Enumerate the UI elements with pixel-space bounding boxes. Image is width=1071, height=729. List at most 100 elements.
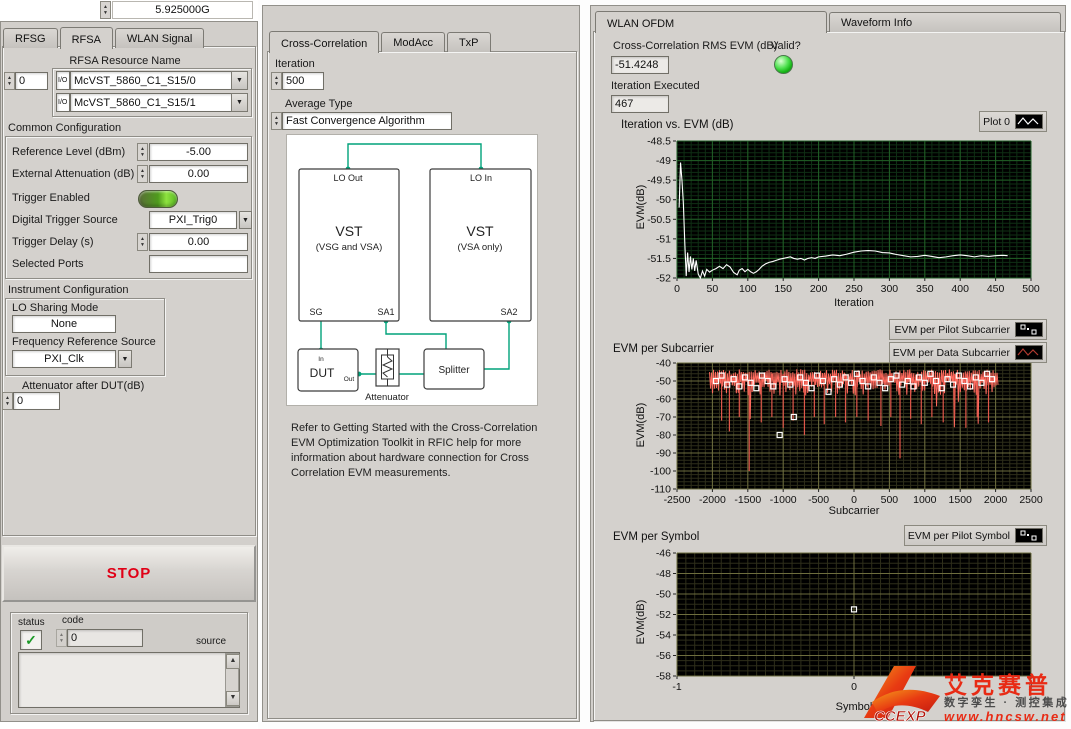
svg-text:-51.5: -51.5 (647, 253, 671, 265)
lo-in-label: LO In (470, 173, 492, 183)
digital-trigger-source-dropdown[interactable]: ▼ (239, 211, 252, 229)
dut-in-label: In (318, 356, 324, 363)
svg-text:-48.5: -48.5 (647, 136, 671, 148)
average-type-spinner[interactable]: ▲▼ (271, 112, 282, 130)
legend-data-subcarrier[interactable]: EVM per Data Subcarrier (889, 342, 1047, 363)
source-textarea[interactable] (18, 652, 240, 708)
scroll-down-icon[interactable]: ▼ (226, 691, 240, 706)
ccexp-acronym: CCEXP (874, 708, 927, 724)
vst1-title: VST (335, 223, 363, 239)
frequency-field[interactable]: 5.925000G (112, 1, 253, 19)
tab-cross-correlation[interactable]: Cross-Correlation (269, 31, 379, 53)
right-tabbar: WLAN OFDMWaveform Info (595, 11, 1063, 32)
source-label: source (196, 636, 226, 647)
svg-text:300: 300 (881, 283, 899, 295)
trigger-delay-field[interactable]: 0.00 (149, 233, 248, 251)
scroll-up-icon[interactable]: ▲ (226, 654, 240, 669)
resource-index-spinner[interactable]: ▲▼ (4, 72, 15, 90)
svg-text:400: 400 (951, 283, 969, 295)
graph-evm-per-subcarrier: EVM per Subcarrier EVM per Pilot Subcarr… (599, 319, 1051, 521)
attenuator-after-dut-field[interactable]: 0 (13, 392, 60, 410)
lo-sharing-mode-field[interactable]: None (12, 315, 116, 333)
vst2-title: VST (466, 223, 494, 239)
tab-rfsa[interactable]: RFSA (60, 27, 113, 49)
external-attenuation-spinner[interactable]: ▲▼ (137, 165, 148, 183)
stop-button[interactable]: STOP (2, 545, 256, 602)
svg-text:50: 50 (707, 283, 719, 295)
iteration-spinner[interactable]: ▲▼ (271, 72, 282, 90)
svg-text:-90: -90 (656, 448, 671, 460)
svg-text:0: 0 (674, 283, 680, 295)
source-scrollbar[interactable]: ▲ ▼ (225, 653, 239, 707)
resource-combo-0-dropdown[interactable]: ▼ (231, 71, 248, 90)
dut-label: DUT (310, 366, 335, 380)
graph1-ylabel: EVM(dB) (635, 177, 647, 237)
svg-text:0: 0 (851, 681, 857, 693)
tab-waveform-info[interactable]: Waveform Info (829, 12, 1061, 32)
legend-pilot-symbol[interactable]: EVM per Pilot Symbol (904, 525, 1047, 546)
graph1-xlabel: Iteration (677, 297, 1031, 309)
graph-iteration-vs-evm: Iteration vs. EVM (dB) Plot 0 0501001502… (599, 111, 1051, 316)
tab-modacc[interactable]: ModAcc (381, 32, 445, 52)
valid-led (774, 55, 793, 74)
external-attenuation-field[interactable]: 0.00 (149, 165, 248, 183)
svg-text:-50.5: -50.5 (647, 214, 671, 226)
digital-trigger-source-label: Digital Trigger Source (12, 214, 118, 226)
frequency-spinner[interactable]: ▲▼ (100, 1, 111, 19)
external-attenuation-label: External Attenuation (dB) (12, 168, 134, 180)
io-icon: I/O (56, 71, 70, 90)
square-marker-icon (1015, 528, 1043, 543)
legend-plot0[interactable]: Plot 0 (979, 111, 1047, 132)
graph2-xlabel: Subcarrier (677, 505, 1031, 517)
ccexp-logo: CCEXP 艾克赛普 数字孪生 · 测控集成 www.hncsw.net (858, 660, 1070, 724)
average-type-field[interactable]: Fast Convergence Algorithm (282, 112, 452, 130)
svg-text:250: 250 (845, 283, 863, 295)
tab-txp[interactable]: TxP (447, 32, 491, 52)
resource-combo-1[interactable]: McVST_5860_C1_S15/1 (70, 93, 232, 112)
tab-rfsg[interactable]: RFSG (3, 28, 58, 48)
attenuator-after-dut-label: Attenuator after DUT(dB) (22, 380, 144, 392)
iteration-field[interactable]: 500 (282, 72, 324, 90)
trigger-delay-spinner[interactable]: ▲▼ (137, 233, 148, 251)
lo-sharing-mode-label: LO Sharing Mode (12, 302, 98, 314)
frequency-reference-source-dropdown[interactable]: ▼ (118, 350, 132, 368)
tab-wlan-signal[interactable]: WLAN Signal (115, 28, 204, 48)
digital-trigger-source-field[interactable]: PXI_Trig0 (149, 211, 237, 229)
svg-text:450: 450 (987, 283, 1005, 295)
evm-label: Cross-Correlation RMS EVM (dB) (613, 40, 777, 52)
tab-wlan-ofdm[interactable]: WLAN OFDM (595, 11, 827, 33)
svg-text:-60: -60 (656, 394, 671, 406)
iteration-label: Iteration (275, 58, 315, 70)
vst1-subtitle: (VSG and VSA) (316, 242, 383, 253)
frequency-reference-source-field[interactable]: PXI_Clk (12, 350, 116, 368)
code-spinner[interactable]: ▲▼ (56, 629, 67, 647)
resource-combo-0[interactable]: McVST_5860_C1_S15/0 (70, 71, 232, 90)
graph3-ylabel: EVM(dB) (635, 592, 647, 652)
trigger-delay-label: Trigger Delay (s) (12, 236, 94, 248)
middle-tabbar: Cross-CorrelationModAccTxP (269, 31, 493, 52)
sa1-label: SA1 (377, 307, 394, 317)
legend-pilot-subcarrier[interactable]: EVM per Pilot Subcarrier (889, 319, 1047, 340)
attenuator-after-dut-spinner[interactable]: ▲▼ (2, 392, 13, 410)
svg-text:-110: -110 (651, 484, 671, 496)
svg-text:350: 350 (916, 283, 934, 295)
resource-index-field[interactable]: 0 (15, 72, 48, 90)
reference-level-field[interactable]: -5.00 (149, 143, 248, 161)
svg-text:-50: -50 (656, 589, 671, 601)
square-marker-icon (1015, 322, 1043, 337)
trigger-enabled-label: Trigger Enabled (12, 192, 90, 204)
selected-ports-field[interactable] (149, 255, 248, 273)
svg-text:-52: -52 (656, 273, 671, 285)
svg-text:-80: -80 (656, 430, 671, 442)
reference-level-spinner[interactable]: ▲▼ (137, 143, 148, 161)
svg-text:-1: -1 (672, 681, 681, 693)
resource-combo-1-dropdown[interactable]: ▼ (231, 93, 248, 112)
code-label: code (62, 615, 84, 626)
svg-text:-48: -48 (656, 568, 671, 580)
code-field[interactable]: 0 (67, 629, 143, 647)
lo-out-label: LO Out (333, 173, 363, 183)
status-check-icon: ✓ (25, 632, 37, 648)
trigger-enabled-toggle[interactable] (138, 190, 178, 208)
io-icon: I/O (56, 93, 70, 112)
attenuator-label: Attenuator (365, 392, 409, 403)
